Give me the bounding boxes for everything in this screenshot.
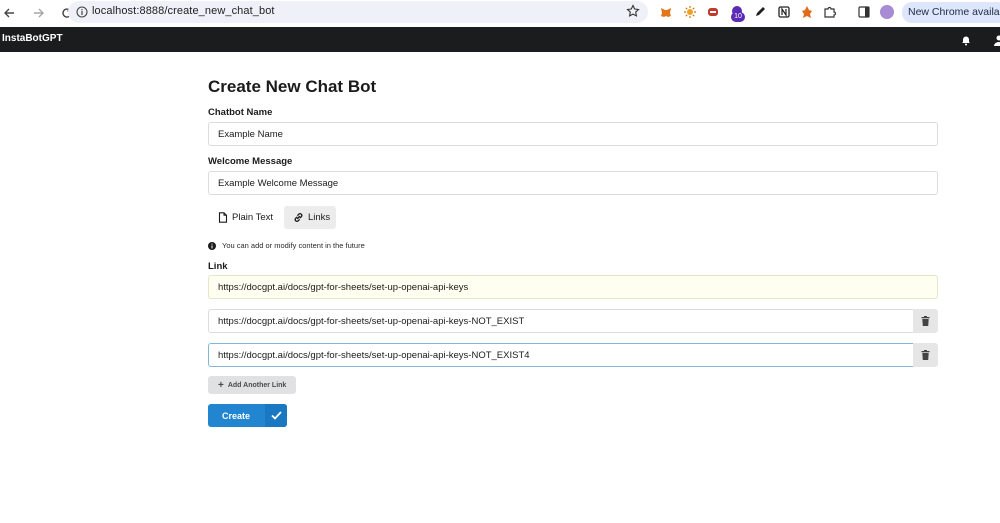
link-input-2[interactable]: https://docgpt.ai/docs/gpt-for-sheets/se…: [208, 309, 914, 333]
pen-extension-icon[interactable]: [752, 4, 768, 20]
notion-extension-icon[interactable]: [776, 4, 792, 20]
plus-icon: +: [218, 379, 224, 391]
checkmark-icon: [265, 404, 287, 427]
welcome-message-label: Welcome Message: [208, 156, 293, 167]
red-extension-icon[interactable]: [705, 4, 721, 20]
delete-link-button[interactable]: [913, 343, 938, 367]
tab-plain-text-label: Plain Text: [232, 212, 274, 223]
chatbot-name-input[interactable]: Example Name: [208, 122, 938, 146]
link-label: Link: [208, 261, 228, 272]
welcome-message-input[interactable]: Example Welcome Message: [208, 171, 938, 195]
file-icon: [218, 212, 228, 223]
app-brand[interactable]: InstaBotGPT: [2, 33, 63, 44]
page-title: Create New Chat Bot: [208, 77, 377, 96]
profile-avatar[interactable]: [880, 5, 894, 19]
app-header: InstaBotGPT: [0, 27, 1000, 52]
forward-arrow-icon[interactable]: [30, 4, 48, 22]
add-another-link-button[interactable]: + Add Another Link: [208, 376, 296, 394]
link-icon: [294, 213, 303, 222]
link-input-3[interactable]: https://docgpt.ai/docs/gpt-for-sheets/se…: [208, 343, 914, 367]
tab-plain-text[interactable]: Plain Text: [208, 206, 278, 229]
trash-icon: [921, 350, 930, 360]
create-button-label: Create: [222, 410, 251, 421]
tab-links-label: Links: [308, 212, 331, 223]
chatbot-name-label: Chatbot Name: [208, 107, 273, 118]
bell-icon[interactable]: [960, 33, 972, 51]
info-notice: You can add or modify content in the fut…: [208, 241, 365, 250]
info-circle-icon: [208, 241, 216, 250]
sun-extension-icon[interactable]: [682, 4, 698, 20]
browser-toolbar: localhost:8888/create_new_chat_bot 10 Ne…: [0, 0, 1000, 25]
side-panel-icon[interactable]: [856, 4, 872, 20]
extension-badge: 10: [731, 12, 745, 22]
link-input-1[interactable]: https://docgpt.ai/docs/gpt-for-sheets/se…: [208, 275, 938, 299]
trash-icon: [921, 316, 930, 326]
metamask-extension-icon[interactable]: [658, 4, 674, 20]
info-notice-text: You can add or modify content in the fut…: [222, 241, 365, 250]
create-button[interactable]: Create: [208, 404, 287, 427]
orange-extension-icon[interactable]: [799, 4, 815, 20]
chrome-update-button[interactable]: New Chrome available: [902, 2, 1000, 23]
address-bar[interactable]: localhost:8888/create_new_chat_bot: [68, 1, 648, 23]
user-icon[interactable]: [993, 33, 1000, 51]
tab-links[interactable]: Links: [284, 206, 336, 229]
url-text[interactable]: localhost:8888/create_new_chat_bot: [92, 5, 275, 17]
delete-link-button[interactable]: [913, 309, 938, 333]
bookmark-star-icon[interactable]: [626, 4, 640, 23]
add-another-link-label: Add Another Link: [227, 381, 287, 389]
back-arrow-icon[interactable]: [0, 4, 18, 22]
site-info-icon[interactable]: [76, 5, 88, 23]
puzzle-extensions-icon[interactable]: [822, 4, 838, 20]
